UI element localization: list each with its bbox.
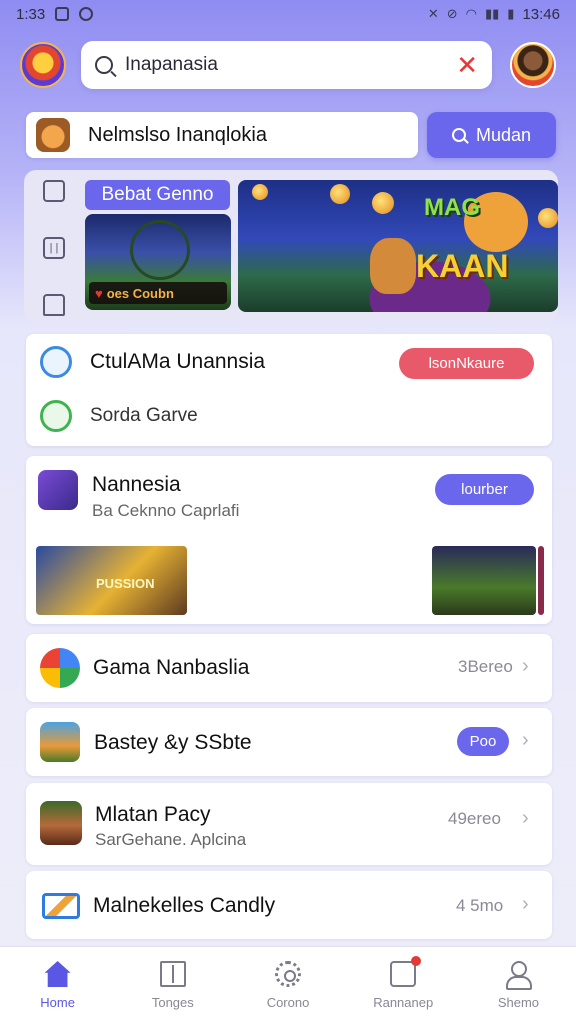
nav-label: Home: [40, 995, 75, 1010]
coin-graphic: [538, 208, 558, 228]
fox-game-icon: [36, 118, 70, 152]
game-app-icon: [38, 470, 78, 510]
nav-item-rannanep[interactable]: Rannanep: [346, 947, 461, 1024]
screenshot-thumbnail[interactable]: [432, 546, 536, 615]
app-notification-icon: [79, 7, 94, 21]
list-item[interactable]: Gama Nanbaslia 3Bereo ›: [26, 634, 552, 702]
app-logo-avatar[interactable]: [20, 42, 66, 88]
thumbnail-caption: ♥ oes Coubn: [89, 282, 227, 304]
heart-icon: ♥: [95, 285, 103, 301]
coin-graphic: [330, 184, 350, 204]
follow-pill[interactable]: lourber: [435, 474, 534, 505]
list-item-value: 49ereo: [448, 809, 501, 828]
mute-icon: ✕: [427, 6, 439, 21]
pause-icon[interactable]: | |: [43, 237, 65, 259]
action-pill[interactable]: lsonNkaure: [399, 348, 534, 379]
status-time-right: 13:46: [522, 5, 560, 23]
nav-label: Tonges: [151, 995, 194, 1010]
list-item-subtitle: SarGehane. Aplcina: [95, 830, 247, 849]
game-subtitle: Ba Ceknno Caprlafi: [92, 501, 240, 520]
calendar-icon[interactable]: [43, 180, 65, 202]
list-item-value: 3Bereo: [458, 657, 513, 676]
coin-graphic: [252, 184, 268, 200]
game-title-top: MAG: [424, 194, 480, 221]
chevron-right-icon: ›: [522, 729, 529, 751]
list-item-title: Malnekelles Candly: [93, 894, 276, 917]
game-title-main: KAAN: [416, 248, 509, 284]
screenshot-thumbnail-partial[interactable]: [538, 546, 544, 615]
clear-icon[interactable]: ✕: [456, 52, 478, 78]
status-time-left: 1:33: [16, 5, 46, 23]
list-item[interactable]: Malnekelles Candly 4 5mo ›: [26, 871, 552, 939]
list-item-value: 4 5mo: [456, 896, 504, 915]
home-outline-icon[interactable]: [43, 294, 65, 316]
profile-avatar[interactable]: [510, 42, 556, 88]
search-button[interactable]: Mudan: [427, 112, 556, 158]
banner-pill-title[interactable]: Bebat Genno: [85, 180, 230, 210]
search-input[interactable]: [125, 54, 457, 76]
search-button-label: Mudan: [475, 124, 532, 145]
chevron-right-icon: ›: [522, 655, 529, 677]
notification-icon: [55, 7, 70, 21]
screenshot-thumbnail[interactable]: PUSSION: [36, 546, 187, 615]
quick-actions-card: CtulAMa Unannsia lsonNkaure Sorda Garve: [26, 334, 552, 446]
list-item[interactable]: Mlatan Pacy SarGehane. Aplcina 49ereo ›: [26, 783, 552, 865]
home-icon: [44, 961, 71, 987]
card-app-icon: [42, 893, 80, 919]
list-item-title: Mlatan Pacy: [95, 803, 211, 826]
nav-label: Corono: [266, 995, 310, 1010]
secondary-field[interactable]: Nelmslso Inanqlokia: [26, 112, 418, 158]
bag-icon: [390, 956, 422, 987]
list-item-title: Gama Nanbaslia: [93, 656, 250, 679]
chevron-right-icon: ›: [522, 807, 529, 829]
status-bar: 1:33 ✕ ⊘ ◠ ▮▮ ▮ 13:46: [0, 0, 576, 28]
nav-item-home[interactable]: Home: [0, 947, 115, 1024]
secondary-field-text: Nelmslso Inanqlokia: [88, 123, 267, 146]
support-icon: [40, 400, 72, 432]
battery-icon: ▮: [507, 6, 515, 21]
gear-icon: [275, 961, 301, 987]
ferris-wheel-graphic: [130, 220, 190, 280]
row-title[interactable]: CtulAMa Unannsia: [90, 350, 265, 374]
chevron-right-icon: ›: [522, 893, 529, 915]
user-icon: [505, 961, 533, 990]
play-store-icon: [40, 648, 80, 688]
featured-banner: | | Bebat Genno ♥ oes Coubn MAG KAAN: [24, 170, 558, 322]
game-app-icon: [40, 722, 80, 762]
signal-icon: ▮▮: [484, 6, 500, 21]
search-icon: [451, 128, 466, 142]
nav-item-corono[interactable]: Corono: [230, 947, 345, 1024]
nav-label: Shemo: [497, 995, 540, 1010]
game-title[interactable]: Nannesia: [92, 473, 181, 497]
banner-side-rail: | |: [38, 180, 70, 316]
list-item[interactable]: Bastey &y SSbte Poo ›: [26, 708, 552, 776]
coin-graphic: [372, 192, 394, 214]
list-item-title: Bastey &y SSbte: [94, 731, 252, 754]
search-bar[interactable]: ✕: [81, 41, 492, 89]
game-detail-card: Nannesia Ba Ceknno Caprlafi lourber PUSS…: [26, 456, 552, 624]
row-title[interactable]: Sorda Garve: [90, 405, 198, 427]
screenshot-caption: PUSSION: [96, 576, 155, 591]
bear-character: [370, 238, 416, 294]
nav-item-shemo[interactable]: Shemo: [461, 947, 576, 1024]
book-icon: [159, 961, 186, 987]
nav-label: Rannanep: [373, 995, 434, 1010]
chat-bubble-icon: [40, 346, 72, 378]
search-icon: [95, 56, 113, 74]
nfc-icon: ⊘: [446, 6, 458, 21]
list-item-badge[interactable]: Poo: [457, 727, 509, 756]
featured-game-artwork[interactable]: MAG KAAN: [238, 180, 558, 312]
game-app-icon: [40, 801, 82, 845]
wifi-icon: ◠: [465, 6, 477, 21]
nav-item-tonges[interactable]: Tonges: [115, 947, 230, 1024]
bottom-navigation: Home Tonges Corono Rannanep Shemo: [0, 946, 576, 1024]
featured-thumbnail-small[interactable]: ♥ oes Coubn: [85, 214, 231, 310]
